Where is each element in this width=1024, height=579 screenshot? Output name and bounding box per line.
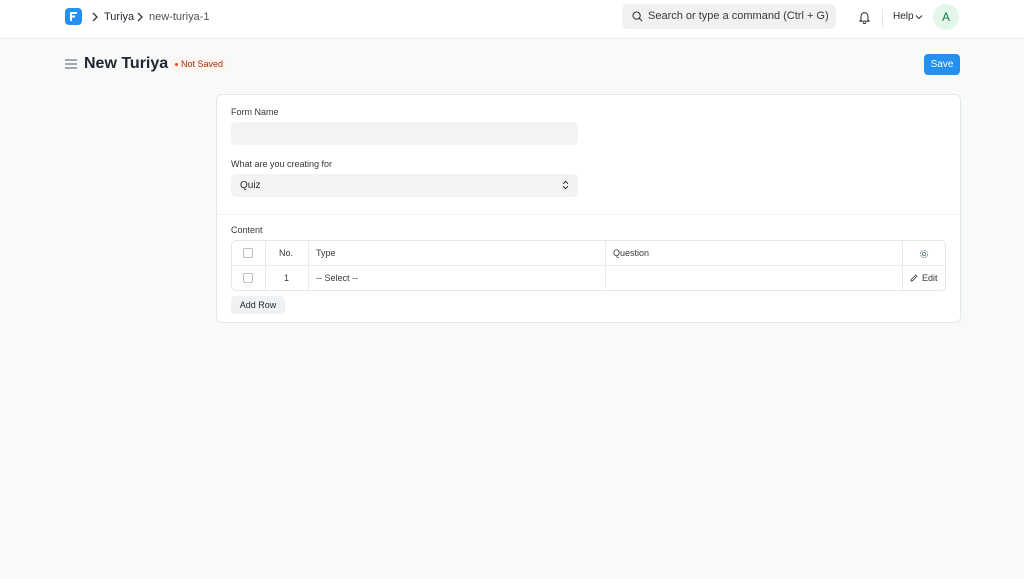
table-header-divider	[232, 265, 945, 266]
help-dropdown[interactable]: Help	[893, 11, 914, 23]
section-divider	[217, 214, 960, 215]
type-select[interactable]: -- Select --	[316, 273, 358, 284]
pencil-icon	[910, 274, 918, 282]
form-name-field[interactable]	[231, 122, 578, 145]
header-type: Type	[316, 248, 336, 258]
sidebar-toggle-icon[interactable]	[65, 59, 77, 69]
row-number: 1	[284, 273, 290, 283]
column-divider	[308, 241, 309, 290]
column-divider	[902, 241, 903, 290]
status-badge: Not Saved	[170, 57, 229, 72]
add-row-button[interactable]: Add Row	[231, 296, 285, 314]
row-checkbox[interactable]	[243, 273, 253, 283]
notification-bell-icon[interactable]	[858, 10, 871, 24]
question-cell[interactable]	[613, 273, 898, 284]
status-dot-icon	[175, 63, 178, 66]
select-all-checkbox[interactable]	[243, 248, 253, 258]
navbar-divider	[882, 9, 883, 27]
navbar: Turiya new-turiya-1 Search or type a com…	[0, 0, 1024, 39]
save-button[interactable]: Save	[924, 54, 960, 75]
form-card: Form Name What are you creating for Quiz…	[216, 94, 961, 323]
chevron-down-icon	[915, 15, 923, 20]
header-question: Question	[613, 248, 650, 258]
avatar[interactable]: A	[933, 4, 959, 30]
edit-label: Edit	[922, 273, 938, 283]
column-divider	[265, 241, 266, 290]
search-placeholder: Search or type a command (Ctrl + G)	[648, 10, 829, 22]
search-input[interactable]: Search or type a command (Ctrl + G)	[622, 4, 836, 29]
breadcrumb-turiya[interactable]: Turiya	[104, 10, 134, 24]
gear-icon[interactable]	[919, 249, 929, 259]
status-text: Not Saved	[181, 59, 224, 69]
app-logo-icon[interactable]	[65, 8, 82, 25]
select-caret-icon	[562, 180, 569, 190]
column-divider	[605, 241, 606, 290]
header-no: No.	[279, 248, 294, 258]
creating-for-select[interactable]: Quiz	[231, 174, 578, 197]
breadcrumb-current[interactable]: new-turiya-1	[149, 10, 210, 24]
creating-for-value: Quiz	[240, 180, 261, 191]
form-name-label: Form Name	[231, 107, 279, 117]
content-table: No. Type Question 1 -- Select -- Edit	[231, 240, 946, 291]
creating-for-label: What are you creating for	[231, 159, 333, 169]
chevron-right-icon	[137, 12, 143, 22]
chevron-right-icon	[92, 12, 98, 22]
content-label: Content	[231, 225, 263, 235]
page-title: New Turiya	[84, 55, 169, 72]
search-icon	[632, 11, 643, 22]
